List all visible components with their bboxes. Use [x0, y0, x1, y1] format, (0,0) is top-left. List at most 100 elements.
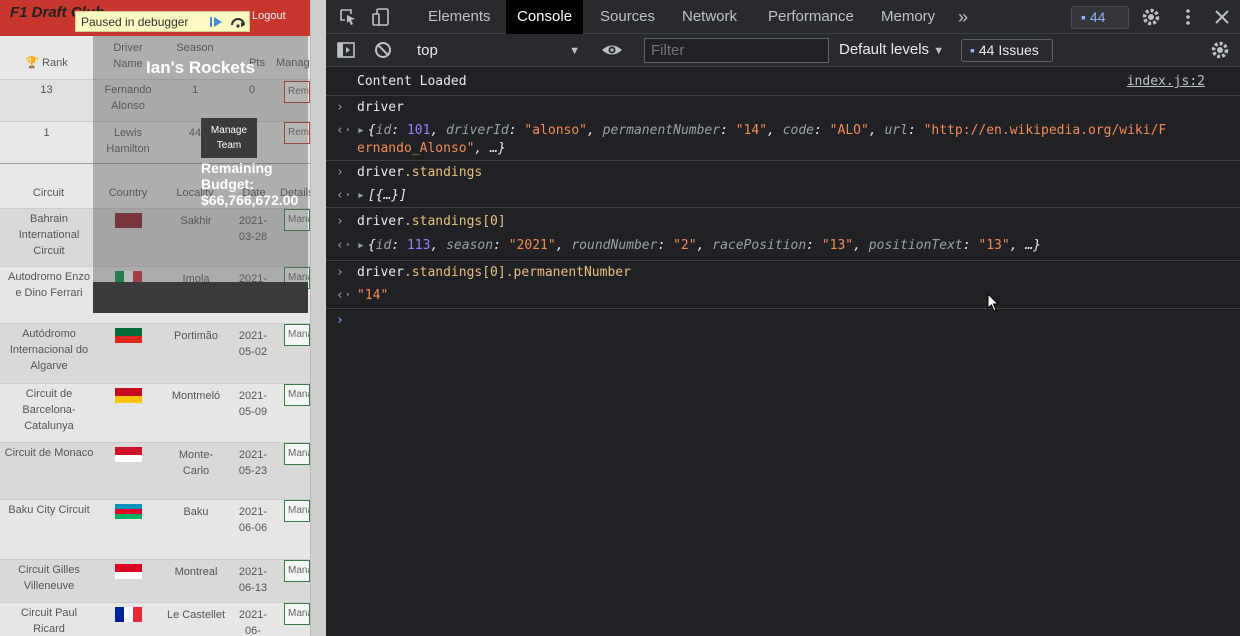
- manage-race-button[interactable]: Manage: [284, 384, 310, 406]
- manage-race-button[interactable]: Manage: [284, 324, 310, 346]
- result-prompt-icon: ‹·: [336, 238, 352, 253]
- more-options-icon[interactable]: [1178, 7, 1198, 27]
- more-tabs-icon[interactable]: »: [958, 7, 978, 27]
- date-cell: 2021-05-23: [238, 449, 268, 477]
- tab-sources[interactable]: Sources: [589, 0, 666, 34]
- circuit-cell: Baku City Circuit: [8, 504, 90, 516]
- logout-link[interactable]: Logout: [252, 10, 286, 22]
- console-output[interactable]: Content Loaded index.js:2 › driver ‹· ▸{…: [326, 68, 1240, 636]
- input-prompt-icon: ›: [336, 165, 344, 180]
- dropdown-arrow-icon: ▼: [569, 45, 580, 57]
- dropdown-arrow-icon: ▼: [933, 45, 945, 57]
- log-levels-dropdown[interactable]: Default levels ▼: [839, 41, 944, 58]
- tab-network[interactable]: Network: [671, 0, 748, 34]
- manage-race-button[interactable]: Manage: [284, 603, 310, 625]
- country-flag-icon: [115, 388, 142, 403]
- console-log-message: Content Loaded index.js:2: [326, 68, 1240, 96]
- input-prompt-icon: ›: [336, 265, 344, 280]
- console-settings-gear-icon[interactable]: [1210, 40, 1230, 60]
- sidebar-toggle-icon[interactable]: [336, 40, 356, 60]
- log-text: Content Loaded: [357, 74, 467, 89]
- console-input-message: › driver.standings[0].permanentNumber: [326, 261, 1240, 285]
- manage-race-button[interactable]: Manage: [284, 443, 310, 465]
- race-row: Circuit de Barcelona-Catalunya Montmeló 20…: [0, 384, 310, 443]
- settings-gear-icon[interactable]: [1141, 7, 1161, 27]
- messages-badge[interactable]: ▪ 44: [1071, 6, 1129, 29]
- context-value: top: [417, 42, 438, 59]
- step-over-icon[interactable]: [227, 12, 249, 31]
- messages-count: 44: [1089, 9, 1106, 25]
- locality-cell: Montreal: [174, 566, 218, 578]
- source-link[interactable]: index.js:2: [1127, 68, 1205, 96]
- log-levels-label: Default levels: [839, 41, 930, 58]
- input-prompt-icon: ›: [336, 100, 344, 115]
- command-text: driver: [357, 100, 404, 115]
- remaining-budget: Remaining Budget: $66,766,672.00: [201, 160, 310, 208]
- date-cell: 2021-06-13: [238, 566, 268, 594]
- result-prompt-icon: ‹·: [336, 288, 352, 303]
- circuit-header: Circuit: [32, 187, 65, 199]
- close-icon[interactable]: [1212, 7, 1232, 27]
- issues-button[interactable]: ▪ 44 Issues: [961, 39, 1053, 62]
- tab-console[interactable]: Console: [506, 0, 584, 34]
- devtools-panel: Elements Console Sources Network Perform…: [326, 0, 1240, 636]
- circuit-cell: Autódromo Internacional do Algarve: [9, 328, 89, 372]
- expand-triangle-icon[interactable]: ▸: [357, 238, 365, 253]
- console-result-message[interactable]: ‹· ▸ {id: 101, driverId: "alonso", perman…: [326, 120, 1240, 161]
- resume-icon[interactable]: [205, 12, 227, 31]
- tab-elements[interactable]: Elements: [417, 0, 502, 34]
- console-prompt[interactable]: ›: [326, 309, 1240, 333]
- circuit-cell: Circuit de Monaco: [4, 447, 94, 459]
- console-input-message: › driver.standings: [326, 161, 1240, 185]
- tab-performance[interactable]: Performance: [757, 0, 865, 34]
- country-flag-icon: [115, 504, 142, 519]
- race-row: Baku City Circuit Baku 2021-06-06 Manage: [0, 500, 310, 560]
- team-name: Ian's Rockets: [146, 58, 255, 77]
- issues-icon: ▪: [970, 42, 975, 58]
- console-input-message: › driver.standings[0]: [326, 208, 1240, 235]
- devtools-splitter[interactable]: [310, 0, 326, 636]
- circuit-cell: Autodromo Enzo e Dino Ferrari: [8, 271, 90, 299]
- race-row: Circuit Paul Ricard Le Castellet 2021-06- M…: [0, 603, 310, 636]
- tab-memory[interactable]: Memory: [870, 0, 946, 34]
- inspect-element-icon[interactable]: [338, 7, 358, 27]
- console-input-message: › driver: [326, 96, 1240, 120]
- expand-triangle-icon[interactable]: ▸: [357, 123, 365, 138]
- locality-cell: Montmeló: [171, 390, 221, 402]
- circuit-cell: Bahrain International Circuit: [18, 213, 80, 257]
- devtools-tab-bar: Elements Console Sources Network Perform…: [326, 0, 1240, 34]
- expand-triangle-icon[interactable]: ▸: [357, 188, 365, 203]
- race-row: Circuit de Monaco Monte-Carlo 2021-05-23 Ma…: [0, 443, 310, 500]
- date-cell: 2021-06-: [238, 609, 268, 636]
- manage-race-button[interactable]: Manage: [284, 500, 310, 522]
- debugger-paused-banner: Paused in debugger: [75, 11, 250, 32]
- console-result-message[interactable]: ‹· ▸ {id: 113, season: "2021", roundNumbe…: [326, 235, 1240, 261]
- mouse-cursor-icon: [987, 292, 1000, 318]
- manage-race-button[interactable]: Manage: [284, 560, 310, 582]
- console-filter-input[interactable]: [644, 38, 829, 63]
- team-overlay-footer: [93, 282, 308, 313]
- console-result-message[interactable]: ‹· ▸ [{…}]: [326, 185, 1240, 208]
- console-caret-icon: ›: [336, 313, 344, 328]
- remaining-budget-label: Remaining Budget:: [201, 160, 273, 192]
- message-icon: ▪: [1081, 9, 1086, 25]
- context-selector[interactable]: top ▼: [417, 41, 582, 61]
- rank-header: 🏆 Rank: [25, 57, 68, 69]
- date-cell: 2021-05-09: [238, 390, 268, 418]
- circuit-cell: Circuit Gilles Villeneuve: [18, 564, 80, 592]
- locality-cell: Portimão: [173, 330, 219, 342]
- country-flag-icon: [115, 328, 142, 343]
- country-flag-icon: [115, 607, 142, 622]
- circuit-cell: Circuit Paul Ricard: [20, 607, 78, 635]
- live-expression-eye-icon[interactable]: [601, 40, 622, 60]
- result-prompt-icon: ‹·: [336, 123, 352, 138]
- date-cell: 2021-06-06: [238, 506, 268, 534]
- locality-cell: Baku: [183, 506, 209, 518]
- clear-console-icon[interactable]: [373, 40, 393, 60]
- debugger-paused-text: Paused in debugger: [81, 14, 189, 29]
- race-row: Circuit Gilles Villeneuve Montreal 2021-06…: [0, 560, 310, 603]
- issues-label: 44 Issues: [978, 42, 1039, 58]
- locality-cell: Le Castellet: [166, 609, 226, 621]
- manage-team-button[interactable]: Manage Team: [201, 118, 257, 158]
- device-toolbar-icon[interactable]: [371, 7, 391, 27]
